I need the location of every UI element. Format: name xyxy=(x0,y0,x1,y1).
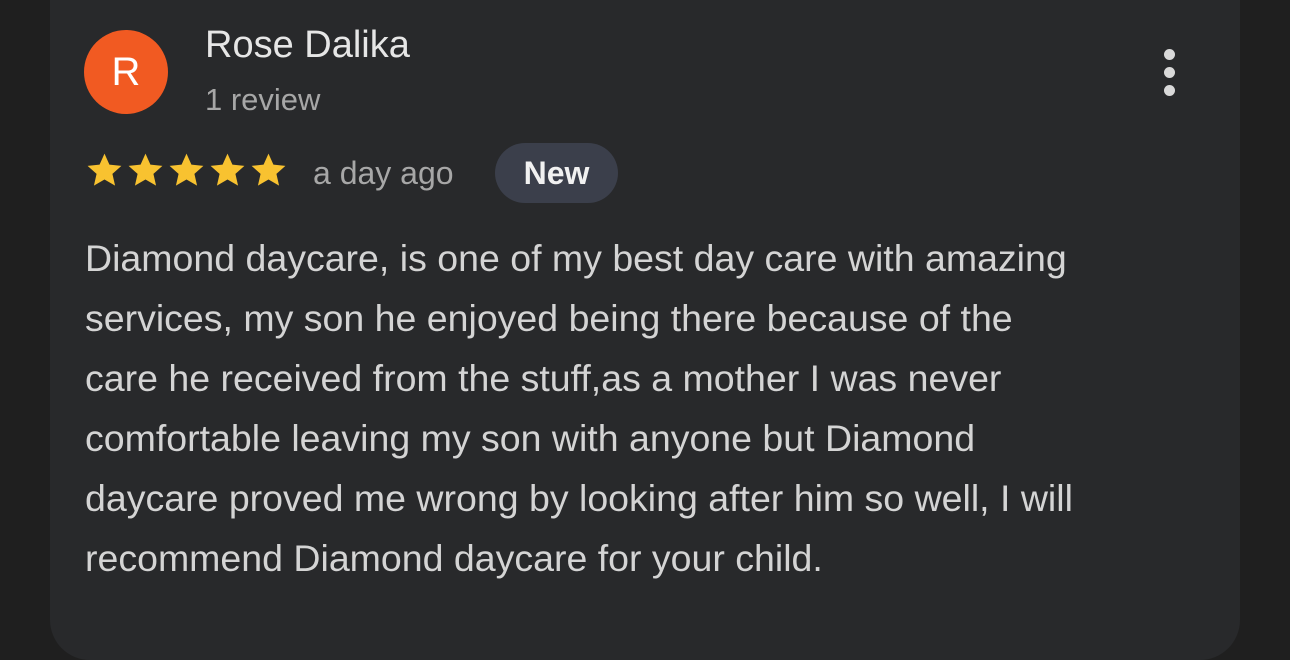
review-text-line: care he received from the stuff,as a mot… xyxy=(85,357,1002,399)
review-text: Diamond daycare, is one of my best day c… xyxy=(85,228,1225,588)
more-options-button[interactable] xyxy=(1146,40,1192,104)
more-vert-icon xyxy=(1163,48,1175,60)
avatar-initial: R xyxy=(111,50,141,94)
review-text-line: daycare proved me wrong by looking after… xyxy=(85,477,1073,519)
new-badge: New xyxy=(495,143,618,203)
more-vert-icon-dot xyxy=(1163,84,1175,96)
star-icon xyxy=(128,153,163,186)
star-icon xyxy=(210,153,245,186)
star-icon xyxy=(251,153,286,186)
more-vert-icon-dot xyxy=(1163,66,1175,78)
review-text-line: services, my son he enjoyed being there … xyxy=(85,297,1013,339)
reviewer-name[interactable]: Rose Dalika xyxy=(205,22,410,68)
reviewer-review-count: 1 review xyxy=(205,82,321,117)
avatar[interactable]: R xyxy=(84,30,168,114)
review-text-line: recommend Diamond daycare for your child… xyxy=(85,537,823,579)
star-rating xyxy=(84,150,289,190)
review-text-line: comfortable leaving my son with anyone b… xyxy=(85,417,976,459)
star-icon xyxy=(87,153,122,186)
star-icon xyxy=(169,153,204,186)
review-text-line: Diamond daycare, is one of my best day c… xyxy=(85,237,1067,279)
review-time: a day ago xyxy=(313,155,454,191)
